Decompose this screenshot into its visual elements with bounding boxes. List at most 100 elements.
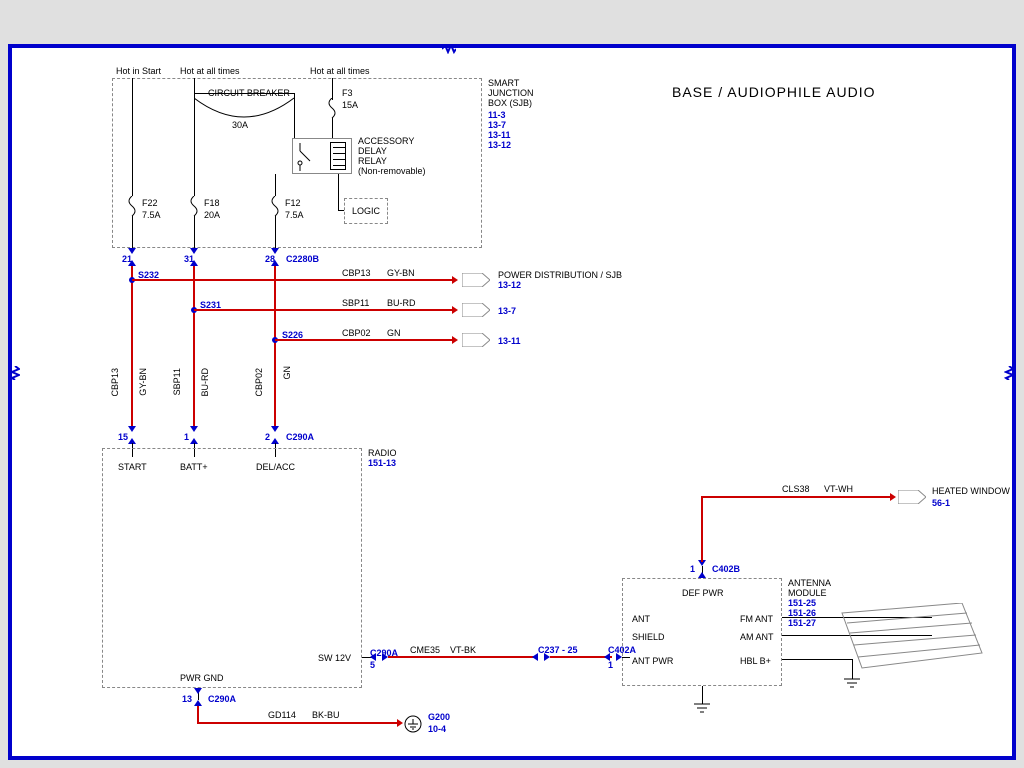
arrow-down-icon [128,426,136,432]
wire-color: VT-WH [824,484,853,494]
wire-color: BK-BU [312,710,340,720]
arrow-down-icon [271,426,279,432]
wire-red [197,722,397,724]
connector-icon [462,333,490,347]
ground-name: G200 [428,712,450,722]
radio-port: PWR GND [180,673,224,683]
conn-pin: 1 [690,564,695,574]
radio-ref: 151-13 [368,458,396,468]
wire-color: GN [387,328,401,338]
arrow-down-icon [190,426,198,432]
arrow-down-icon [271,248,279,254]
wire-color-vert: GY-BN [138,368,148,396]
wire-color-vert: GN [282,366,292,380]
wire-name: CME35 [410,645,440,655]
sjb-ref: 13-7 [488,120,506,130]
antmod-port: FM ANT [740,614,773,624]
ground-icon [404,715,424,733]
wire [338,210,344,211]
wire-red [701,496,891,498]
conn-name: C290A [208,694,236,704]
f12-amp: 7.5A [285,210,304,220]
sjb-label: JUNCTION [488,88,534,98]
fuse-icon [190,196,198,216]
wire [275,174,276,196]
relay-coil-icon [330,142,346,170]
f18-label: F18 [204,198,220,208]
wire [294,93,295,138]
wire-red [274,266,276,426]
antmod-port: DEF PWR [682,588,724,598]
hot-label: Hot at all times [310,66,370,76]
arrow-right-icon [890,493,896,501]
wire [132,78,133,196]
relay-label: RELAY [358,156,387,166]
heated-ref: 56-1 [932,498,950,508]
connector-icon [898,490,926,504]
sjb-ref: 13-11 [488,130,511,140]
f12-label: F12 [285,198,301,208]
arrow-down-icon [190,248,198,254]
wire [132,216,133,248]
radio-label: RADIO [368,448,397,458]
heated-label: HEATED WINDOW [932,486,1010,496]
wire-red [388,656,538,658]
arrow-right-icon [452,306,458,314]
fuse-icon [271,196,279,216]
wire-color-vert: BU-RD [200,368,210,397]
radio-box [102,448,362,688]
wire-color: VT-BK [450,645,476,655]
conn-pin: 1 [608,660,613,670]
conn-pin: 2 [265,432,270,442]
wire-name-vert: CBP13 [110,368,120,397]
antmod-label: MODULE [788,588,827,598]
conn-name: C290A [286,432,314,442]
fuse-icon [128,196,136,216]
relay-contact-icon [295,143,325,171]
arrow-down-icon [128,248,136,254]
antmod-label: ANTENNA [788,578,831,588]
conn-pin: 5 [370,660,375,670]
wire-red [131,266,133,426]
ground-ref: 10-4 [428,724,446,734]
ground-icon [692,702,712,716]
logic-label: LOGIC [352,206,380,216]
antmod-port: AM ANT [740,632,774,642]
wire-red [701,496,703,562]
dist-ref: 13-7 [498,306,516,316]
f3-amp: 15A [342,100,358,110]
dist-ref: 13-12 [498,280,521,290]
f18-amp: 20A [204,210,220,220]
hot-label: Hot at all times [180,66,240,76]
antmod-ref: 151-27 [788,618,816,628]
conn-name: C2280B [286,254,319,264]
antmod-port: ANT PWR [632,656,673,666]
radio-port: SW 12V [318,653,351,663]
wire [332,118,333,140]
antmod-port: HBL B+ [740,656,771,666]
wire-name: GD114 [268,710,296,720]
antmod-port: ANT [632,614,650,624]
wire-name: SBP11 [342,298,369,308]
conn-pin: 15 [118,432,128,442]
wire-red [275,339,452,341]
fuse-icon [328,98,336,118]
connector-icon [462,303,490,317]
circuit-breaker-icon [194,96,294,121]
arrow-left-icon [532,653,538,661]
dist-label: POWER DISTRIBUTION / SJB [498,270,622,280]
wire [622,657,630,658]
wire-red [193,266,195,426]
relay-label: DELAY [358,146,387,156]
diagram-title: BASE / AUDIOPHILE AUDIO [672,84,876,100]
relay-label: (Non-removable) [358,166,426,176]
conn-name: C402B [712,564,740,574]
arrow-right-icon [397,719,403,727]
wire [332,78,333,100]
sjb-label: SMART [488,78,519,88]
wire [275,216,276,248]
conn-pin: 1 [184,432,189,442]
arrow-right-icon [452,336,458,344]
wire-name: CLS38 [782,484,810,494]
sjb-ref: 13-12 [488,140,511,150]
